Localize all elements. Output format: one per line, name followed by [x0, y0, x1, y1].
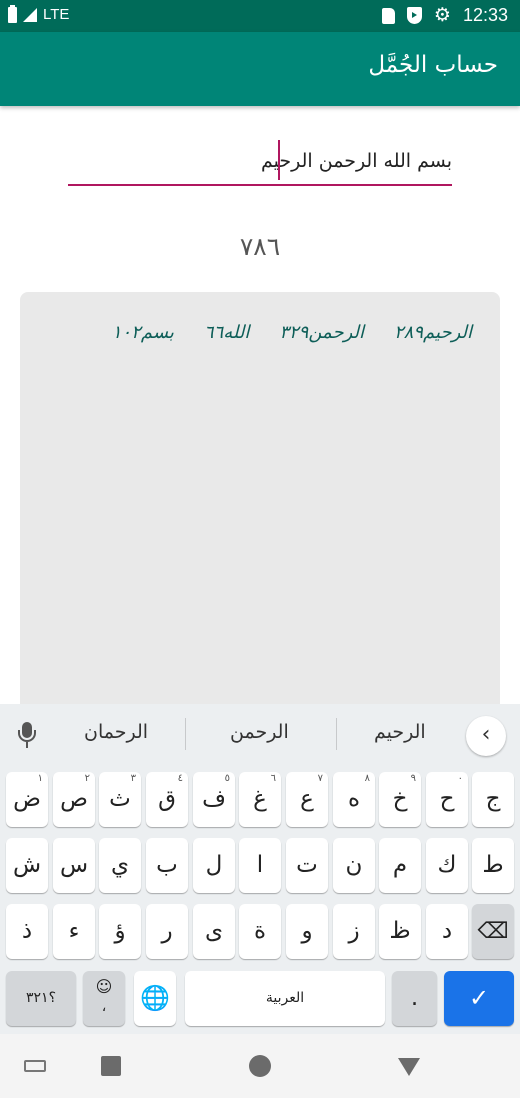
gear-icon: ⚙: [433, 5, 451, 26]
key[interactable]: ز: [333, 904, 375, 959]
suggestion-bar: الرحمان الرحمن الرحيم ‹: [0, 704, 520, 762]
key[interactable]: ق٤: [146, 772, 188, 827]
soft-keyboard: الرحمان الرحمن الرحيم ‹ ض١ ص٢ ث٣ ق٤ ف٥ غ…: [0, 704, 520, 1034]
key[interactable]: ع٧: [286, 772, 328, 827]
suggestion-divider: [336, 718, 337, 750]
key[interactable]: خ٩: [379, 772, 421, 827]
battery-icon: [8, 4, 17, 23]
breakdown-item: الله٦٦: [203, 322, 250, 343]
key[interactable]: ا: [239, 838, 281, 893]
key[interactable]: ت: [286, 838, 328, 893]
key[interactable]: ء: [53, 904, 95, 959]
key[interactable]: ل: [193, 838, 235, 893]
key[interactable]: ح٠: [426, 772, 468, 827]
key[interactable]: ؤ: [99, 904, 141, 959]
recents-icon[interactable]: [101, 1056, 121, 1076]
symbols-key[interactable]: ؟٣٢١: [6, 971, 76, 1026]
suggestion-3[interactable]: الرحمان: [84, 721, 148, 743]
breakdown-panel: بسم١٠٢ الله٦٦ الرحمن٣٢٩ الرحيم٢٨٩: [20, 292, 500, 722]
emoji-key[interactable]: ☺ ،: [83, 971, 125, 1026]
key[interactable]: ش: [6, 838, 48, 893]
total-result: ٧٨٦: [239, 232, 281, 261]
period-key[interactable]: .: [392, 971, 437, 1026]
status-bar: LTE ⚙ 12:33: [0, 0, 520, 32]
key[interactable]: ك: [426, 838, 468, 893]
globe-icon[interactable]: 🌐: [134, 971, 176, 1026]
key[interactable]: ب: [146, 838, 188, 893]
mic-icon[interactable]: [18, 722, 36, 748]
key[interactable]: ف٥: [193, 772, 235, 827]
key[interactable]: ن: [333, 838, 375, 893]
input-value: بسم الله الرحمن الرحيم: [261, 150, 452, 172]
suggestion-1[interactable]: الرحيم: [374, 721, 426, 743]
key[interactable]: ة: [239, 904, 281, 959]
smiley-icon: ☺: [95, 977, 113, 996]
sdcard-icon: [381, 7, 395, 24]
keyboard-icon[interactable]: [24, 1060, 46, 1072]
back-icon[interactable]: [398, 1058, 420, 1076]
key[interactable]: غ٦: [239, 772, 281, 827]
text-input[interactable]: بسم الله الرحمن الرحيم: [68, 138, 452, 186]
key[interactable]: ظ: [379, 904, 421, 959]
shield-icon: [406, 7, 422, 24]
key[interactable]: ه٨: [333, 772, 375, 827]
suggestion-divider: [185, 718, 186, 750]
breakdown-list: بسم١٠٢ الله٦٦ الرحمن٣٢٩ الرحيم٢٨٩: [112, 322, 472, 343]
key[interactable]: ث٣: [99, 772, 141, 827]
status-left: LTE: [8, 4, 70, 23]
key[interactable]: س: [53, 838, 95, 893]
signal-icon: [23, 7, 37, 22]
breakdown-item: بسم١٠٢: [111, 322, 174, 343]
comma-label: ،: [101, 999, 107, 1015]
text-cursor: [278, 140, 280, 180]
suggestion-2[interactable]: الرحمن: [230, 721, 289, 743]
key[interactable]: ط: [472, 838, 514, 893]
chevron-left-icon[interactable]: ‹: [466, 716, 506, 756]
key[interactable]: ي: [99, 838, 141, 893]
key[interactable]: د: [426, 904, 468, 959]
key[interactable]: م: [379, 838, 421, 893]
key[interactable]: ى: [193, 904, 235, 959]
check-icon[interactable]: ✓: [444, 971, 514, 1026]
network-type: LTE: [43, 6, 70, 23]
backspace-icon[interactable]: ⌫: [472, 904, 514, 959]
breakdown-item: الرحمن٣٢٩: [279, 322, 365, 343]
key[interactable]: ص٢: [53, 772, 95, 827]
key[interactable]: و: [286, 904, 328, 959]
breakdown-item: الرحيم٢٨٩: [394, 322, 472, 343]
home-icon[interactable]: [249, 1055, 271, 1077]
page-title: حساب الجُمَّل: [368, 52, 498, 78]
key[interactable]: ج: [472, 772, 514, 827]
app-bar: حساب الجُمَّل: [0, 32, 520, 106]
key[interactable]: ذ: [6, 904, 48, 959]
nav-bar: [0, 1034, 520, 1098]
clock: 12:33: [462, 5, 508, 25]
status-right: ⚙ 12:33: [381, 5, 508, 26]
key[interactable]: ض١: [6, 772, 48, 827]
space-bar[interactable]: العربية: [185, 971, 385, 1026]
key[interactable]: ر: [146, 904, 188, 959]
